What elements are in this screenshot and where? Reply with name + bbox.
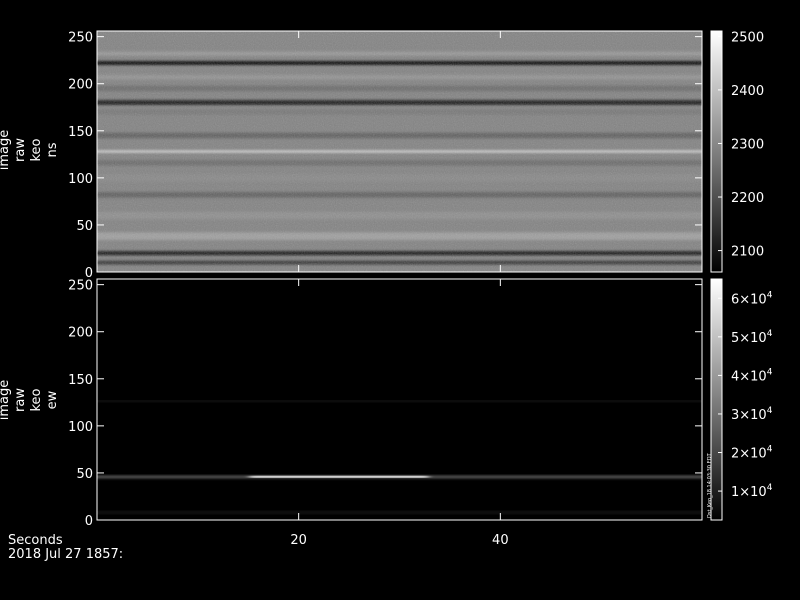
y-tick-label: 50: [76, 219, 93, 234]
y-tick-label: 200: [68, 78, 93, 93]
y-tick-label: 150: [68, 373, 93, 388]
y-tick-label: 200: [68, 326, 93, 341]
bottom-band-peak: [248, 475, 430, 478]
bottom-ylabel-line-4: ew: [45, 390, 60, 409]
bottom-band-2: [97, 450, 702, 477]
bottom-panel: 0 50 100 150 200 250 20 40 image raw keo ew 1×…: [0, 278, 773, 548]
colorbar-tick-label: 2400: [731, 84, 764, 99]
top-ylabel-line-3: keo: [29, 138, 44, 161]
top-colorbar-ticks: 2100 2200 2300 2400 2500: [718, 30, 764, 260]
bottom-ylabel-line-3: keo: [29, 388, 44, 411]
bottom-heatmap-peak: [248, 475, 430, 478]
colorbar-tick-label: 5×104: [731, 329, 773, 346]
colorbar-tick-label: 2100: [731, 245, 764, 260]
bottom-band-6: [97, 316, 702, 319]
top-colorbar: [710, 30, 723, 273]
colorbar-tick-label: 1×104: [731, 483, 773, 500]
x-tick-label: 20: [290, 533, 307, 548]
top-panel: 050100150200250 image raw keo ns 2100220…: [0, 30, 764, 281]
bottom-band-5: [97, 326, 702, 328]
keogram-figure: 0 50 100 150 200 250 image raw keo ns 2100 220…: [0, 30, 773, 562]
file-stamp-text: Dst_Keo_18 14:03:30 EDT: [707, 452, 713, 518]
date-label: 2018 Jul 27 1857:: [8, 547, 123, 562]
colorbar-tick-label: 2300: [731, 137, 764, 152]
y-tick-label: 100: [68, 172, 93, 187]
colorbar-tick-label: 2200: [731, 191, 764, 206]
bottom-heatmap-background: [97, 279, 702, 520]
y-tick-label: 0: [85, 514, 93, 529]
bottom-band-0: [97, 510, 702, 515]
bottom-ylabel-line-1: image: [0, 380, 12, 421]
y-tick-label: 100: [68, 420, 93, 435]
y-tick-label: 50: [76, 467, 93, 482]
top-heatmap-noise: [97, 31, 702, 272]
y-tick-label: 150: [68, 125, 93, 140]
colorbar-tick-label: 6×104: [731, 290, 773, 307]
bottom-colorbar-ticks: 1×104 2×104 3×104 4×104 5×104 6×104: [718, 290, 773, 500]
top-y-axis-label: image raw keo ns: [0, 130, 60, 171]
top-ylabel-line-4: ns: [45, 142, 60, 157]
colorbar-tick-label: 4×104: [731, 367, 773, 384]
top-ylabel-line-2: raw: [13, 138, 28, 162]
y-tick-label: 250: [68, 279, 93, 294]
x-tick-label: 40: [492, 533, 509, 548]
colorbar-tick-label: 2500: [731, 30, 764, 45]
x-units-label: Seconds: [8, 533, 63, 548]
colorbar-tick-label: 3×104: [731, 406, 773, 423]
bottom-band-3: [97, 404, 702, 448]
top-ylabel-line-1: image: [0, 130, 12, 171]
bottom-band-4: [97, 399, 702, 403]
colorbar-tick-label: 2×104: [731, 445, 773, 462]
bottom-ylabel-line-2: raw: [13, 388, 28, 412]
bottom-y-axis-label: image raw keo ew: [0, 380, 60, 421]
y-tick-label: 250: [68, 31, 93, 46]
